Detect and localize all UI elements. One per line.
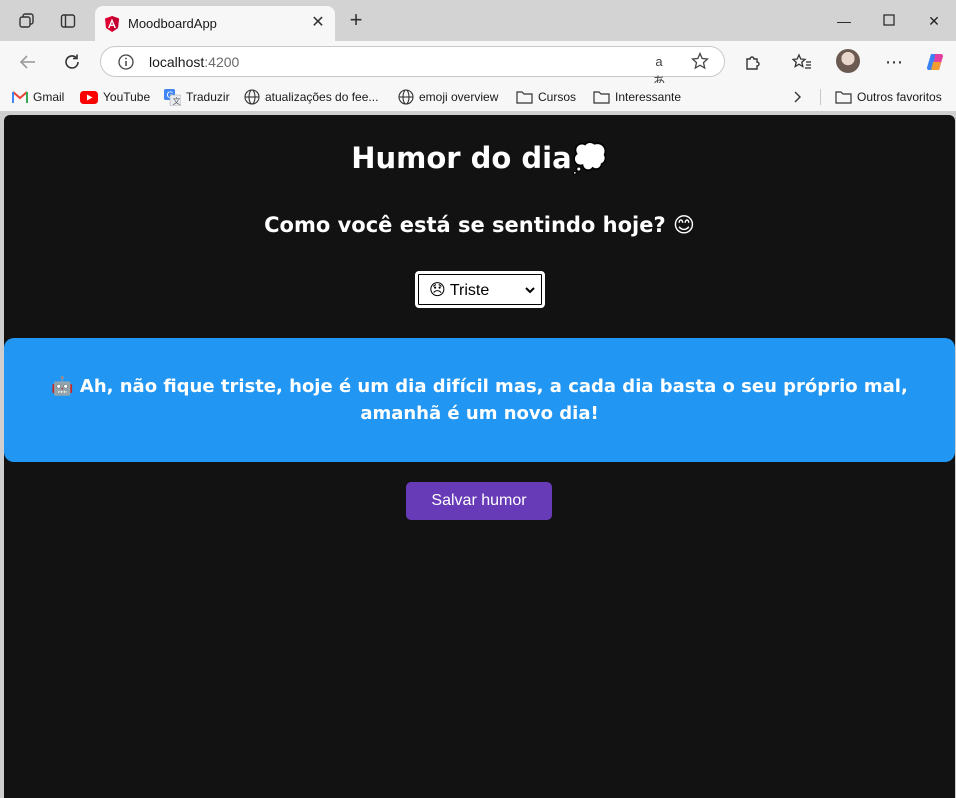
back-icon[interactable] <box>16 50 40 74</box>
tab-actions-icon[interactable] <box>58 11 78 31</box>
folder-icon <box>516 91 533 104</box>
folder-icon <box>593 91 610 104</box>
favorites-icon[interactable] <box>790 50 814 74</box>
mood-question: Como você está se sentindo hoje? 😊 <box>264 213 695 237</box>
svg-text:文: 文 <box>173 96 181 106</box>
bookmark-gmail[interactable]: Gmail <box>12 87 64 107</box>
tab-moodboardapp[interactable]: MoodboardApp ✕ <box>95 6 335 41</box>
refresh-icon[interactable] <box>60 50 84 74</box>
bookmark-traduzir[interactable]: G文 Traduzir <box>164 87 230 107</box>
page-content: Humor do dia💭 Como você está se sentindo… <box>4 115 955 798</box>
favorite-star-icon[interactable] <box>690 51 710 72</box>
copilot-icon[interactable] <box>924 50 948 74</box>
bookmark-youtube[interactable]: YouTube <box>80 87 150 107</box>
close-tab-icon[interactable]: ✕ <box>309 14 327 32</box>
tab-strip: MoodboardApp ✕ + — ✕ <box>0 0 956 41</box>
globe-icon <box>398 89 414 105</box>
globe-icon <box>244 89 260 105</box>
toolbar: localhost:4200 aあ ⋯ <box>0 41 956 89</box>
translate-icon: G文 <box>164 88 181 106</box>
bookmarks-divider <box>820 89 821 105</box>
read-aloud-icon[interactable]: aあ <box>649 52 669 89</box>
thought-bubble-icon: 💭 <box>571 141 608 175</box>
mood-select[interactable]: 😞 Triste <box>415 271 545 308</box>
workspaces-icon[interactable] <box>17 11 37 31</box>
extensions-icon[interactable] <box>741 50 765 74</box>
youtube-icon <box>80 90 98 104</box>
angular-icon <box>105 16 119 32</box>
tab-title: MoodboardApp <box>128 16 217 31</box>
mood-select-value: 😞 Triste <box>429 281 490 299</box>
more-menu-icon[interactable]: ⋯ <box>882 50 906 74</box>
bookmark-atualizacoes[interactable]: atualizações do fee... <box>244 87 378 107</box>
maximize-icon[interactable] <box>877 10 901 32</box>
browser-window: MoodboardApp ✕ + — ✕ localhost:4200 aあ ⋯… <box>0 0 956 798</box>
gmail-icon <box>12 91 28 103</box>
bookmarks-bar: Gmail YouTube G文 Traduzir atualizações d… <box>0 83 956 111</box>
new-tab-icon[interactable]: + <box>345 9 367 32</box>
mood-message-box: 🤖 Ah, não fique triste, hoje é um dia di… <box>4 338 955 462</box>
save-mood-button[interactable]: Salvar humor <box>406 482 552 520</box>
address-text: localhost:4200 <box>149 54 240 70</box>
minimize-icon[interactable]: — <box>832 10 856 32</box>
close-window-icon[interactable]: ✕ <box>922 10 946 32</box>
bookmark-emoji-overview[interactable]: emoji overview <box>398 87 498 107</box>
folder-icon <box>835 91 852 104</box>
bookmark-outros-favoritos[interactable]: Outros favoritos <box>835 87 942 107</box>
bookmarks-overflow-chevron-icon[interactable] <box>792 87 802 107</box>
bookmark-cursos[interactable]: Cursos <box>516 87 576 107</box>
mood-message: 🤖 Ah, não fique triste, hoje é um dia di… <box>51 376 908 424</box>
profile-avatar[interactable] <box>836 49 860 73</box>
bookmark-interessante[interactable]: Interessante <box>593 87 681 107</box>
page-title: Humor do dia💭 <box>351 141 608 175</box>
site-info-icon[interactable] <box>117 53 135 71</box>
chevron-down-icon <box>525 287 535 294</box>
address-bar[interactable]: localhost:4200 aあ <box>100 46 725 89</box>
